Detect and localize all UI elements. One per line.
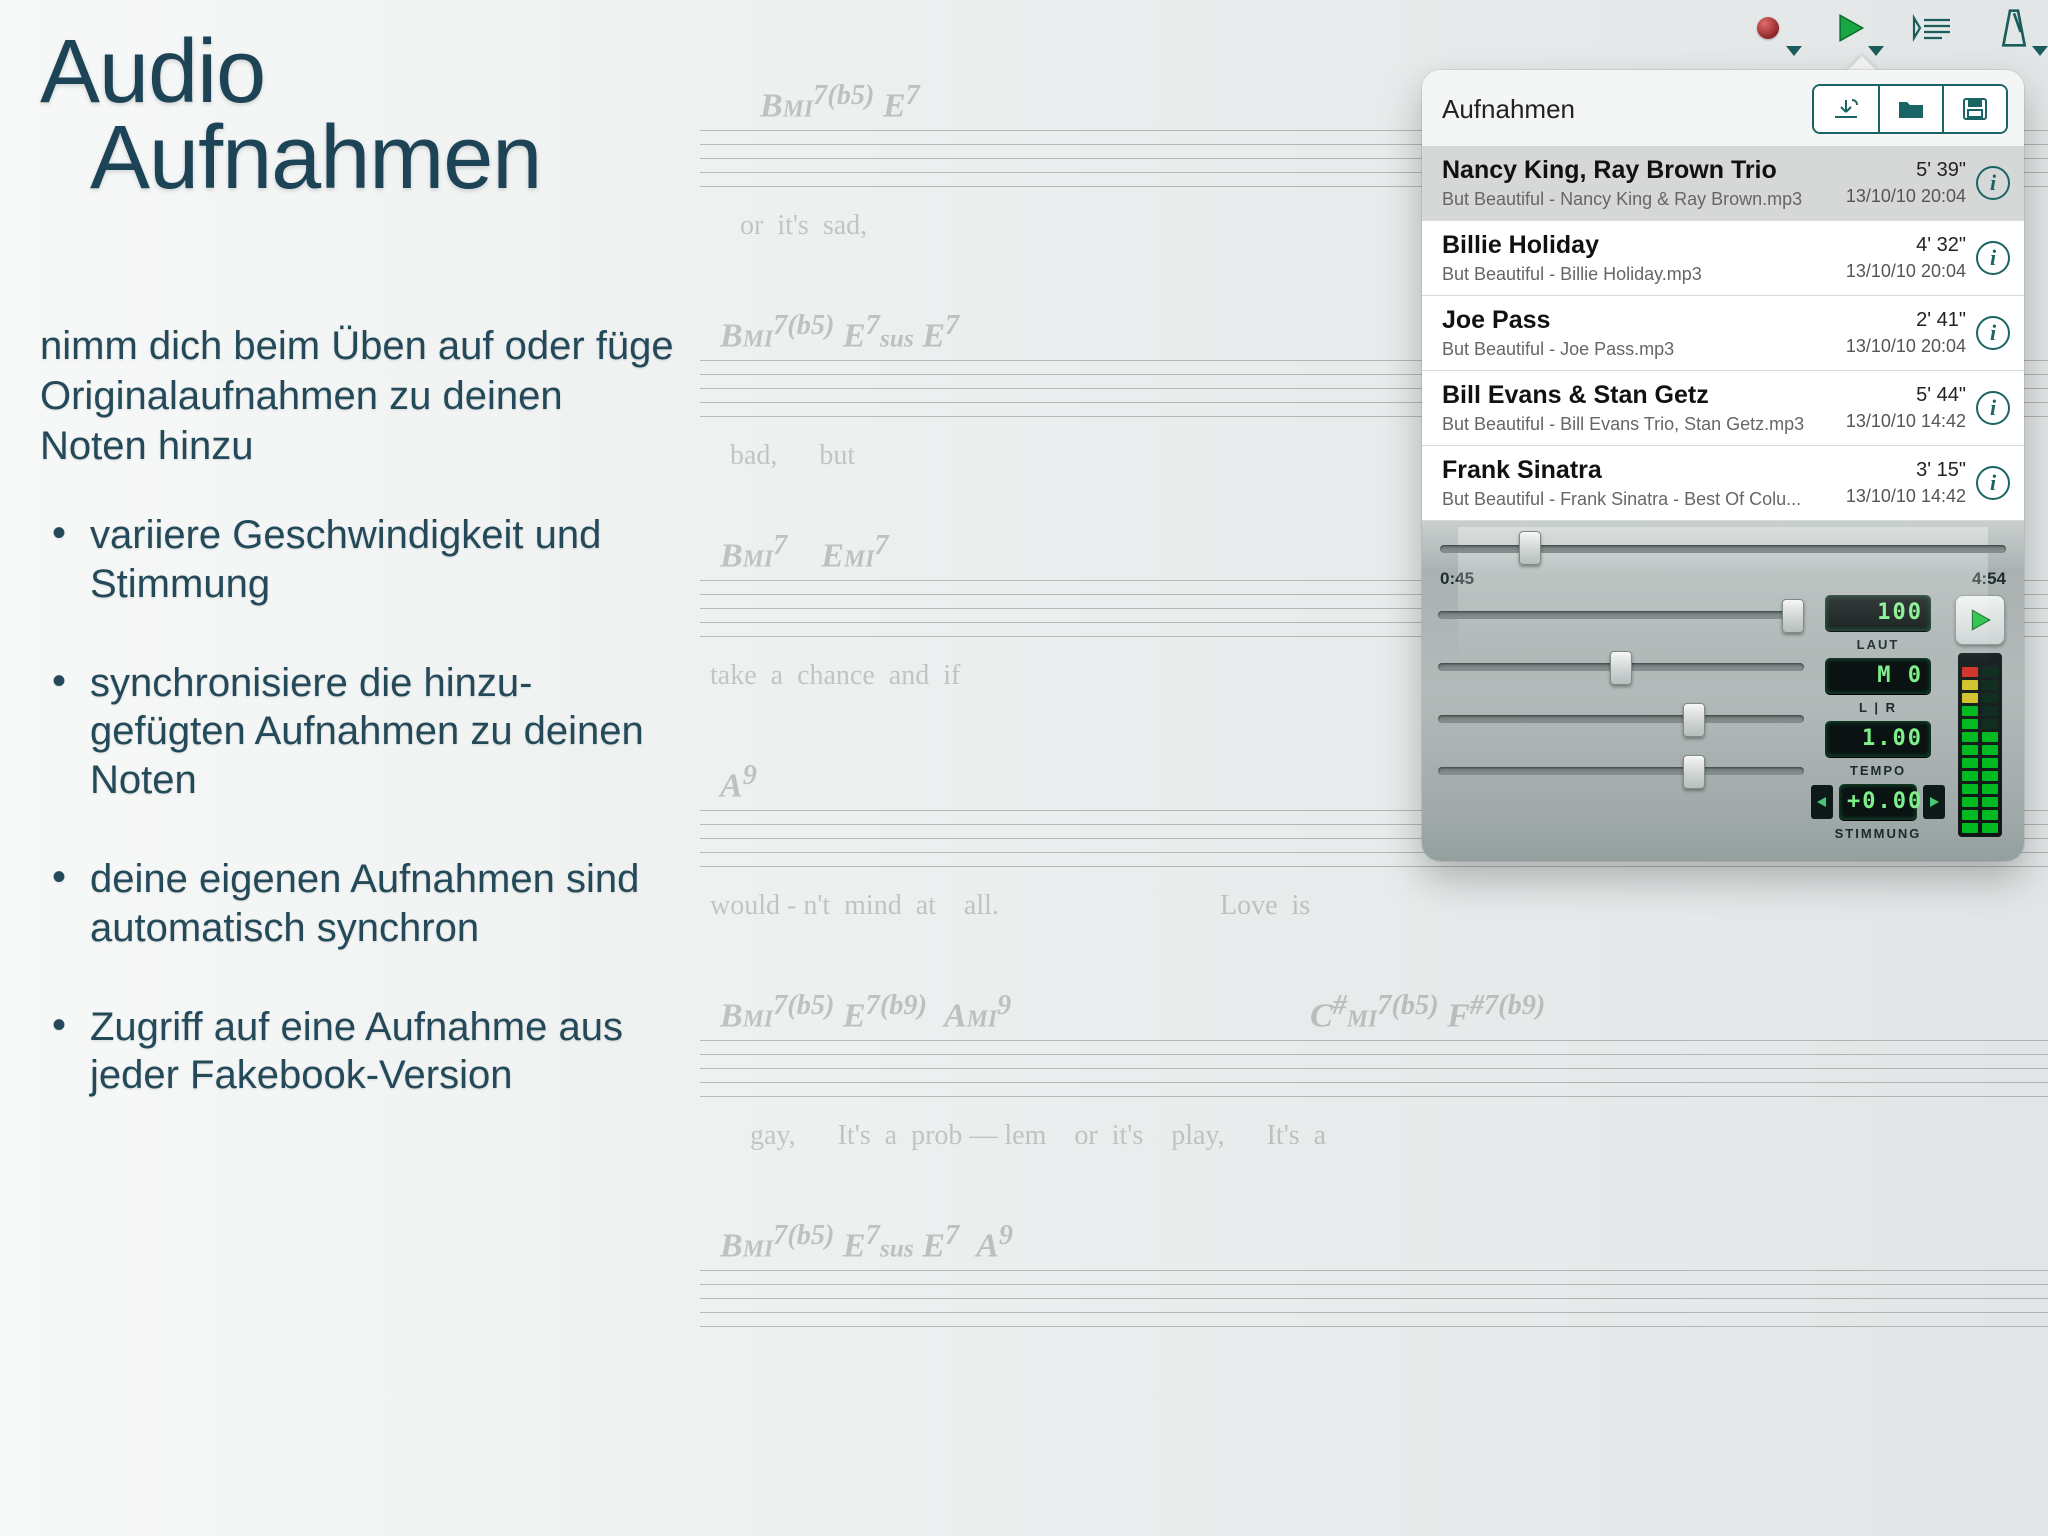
info-icon[interactable]: i — [1976, 466, 2010, 500]
headline-line2: Aufnahmen — [40, 116, 680, 202]
recording-title: Frank Sinatra — [1442, 456, 1806, 485]
recording-date: 13/10/10 20:04 — [1816, 186, 1966, 207]
popover-header: Aufnahmen — [1422, 70, 2024, 146]
recording-date: 13/10/10 20:04 — [1816, 261, 1966, 282]
feature-item: synchronisiere die hinzu-gefügten Aufnah… — [40, 659, 680, 805]
recording-date: 13/10/10 14:42 — [1816, 411, 1966, 432]
volume-readout: 100 — [1825, 595, 1931, 631]
tempo-label: TEMPO — [1850, 763, 1906, 778]
tempo-slider[interactable] — [1438, 701, 1804, 735]
readout-stack: 100 LAUT M 0 L | R 1.00 TEMPO +0.00 STIM… — [1818, 595, 1938, 841]
save-button[interactable] — [1942, 86, 2006, 132]
volume-slider[interactable] — [1438, 597, 1804, 631]
pan-readout: M 0 — [1825, 658, 1931, 694]
tuning-up-button[interactable] — [1923, 785, 1945, 819]
recording-title: Nancy King, Ray Brown Trio — [1442, 156, 1806, 185]
recording-row[interactable]: Bill Evans & Stan Getz But Beautiful - B… — [1422, 371, 2024, 446]
recording-duration: 3' 15" — [1816, 459, 1966, 482]
volume-label: LAUT — [1857, 637, 1900, 652]
info-icon[interactable]: i — [1976, 166, 2010, 200]
popover-title: Aufnahmen — [1442, 94, 1575, 125]
folder-button[interactable] — [1878, 86, 1942, 132]
recordings-list: Nancy King, Ray Brown Trio But Beautiful… — [1422, 146, 2024, 521]
recording-duration: 5' 44" — [1816, 384, 1966, 407]
recording-duration: 5' 39" — [1816, 159, 1966, 182]
score-icon[interactable] — [1910, 6, 1954, 50]
playback-controls: 0:45 4:54 100 LAUT M 0 L | R 1.00 TEMPO … — [1422, 521, 2024, 861]
import-button[interactable] — [1814, 86, 1878, 132]
recording-filename: But Beautiful - Joe Pass.mp3 — [1442, 339, 1806, 360]
page-title: Audio Aufnahmen — [40, 30, 680, 201]
pan-label: L | R — [1859, 700, 1897, 715]
recording-title: Bill Evans & Stan Getz — [1442, 381, 1806, 410]
tuning-down-button[interactable] — [1811, 785, 1833, 819]
top-toolbar — [1746, 6, 2036, 50]
recording-filename: But Beautiful - Frank Sinatra - Best Of … — [1442, 489, 1806, 510]
recording-date: 13/10/10 20:04 — [1816, 336, 1966, 357]
info-icon[interactable]: i — [1976, 391, 2010, 425]
recording-duration: 2' 41" — [1816, 309, 1966, 332]
recording-row[interactable]: Joe Pass But Beautiful - Joe Pass.mp3 2'… — [1422, 296, 2024, 371]
tuning-label: STIMMUNG — [1835, 826, 1922, 841]
recording-date: 13/10/10 14:42 — [1816, 486, 1966, 507]
recording-row[interactable]: Billie Holiday But Beautiful - Billie Ho… — [1422, 221, 2024, 296]
metronome-icon[interactable] — [1992, 6, 2036, 50]
time-elapsed: 0:45 — [1440, 569, 1474, 589]
level-meter — [1958, 653, 2002, 837]
pan-slider[interactable] — [1438, 649, 1804, 683]
feature-item: variiere Geschwindigkeit und Stimmung — [40, 511, 680, 609]
feature-list: variiere Geschwindigkeit und Stimmung sy… — [40, 511, 680, 1100]
intro-text: nimm dich beim Üben auf oder füge Origin… — [40, 321, 680, 471]
recording-row[interactable]: Nancy King, Ray Brown Trio But Beautiful… — [1422, 146, 2024, 221]
time-total: 4:54 — [1972, 569, 2006, 589]
recordings-popover: Aufnahmen Nancy King, Ray Brown Trio But… — [1422, 70, 2024, 861]
recording-filename: But Beautiful - Bill Evans Trio, Stan Ge… — [1442, 414, 1806, 435]
recording-filename: But Beautiful - Nancy King & Ray Brown.m… — [1442, 189, 1806, 210]
marketing-column: Audio Aufnahmen nimm dich beim Üben auf … — [40, 30, 680, 1150]
info-icon[interactable]: i — [1976, 241, 2010, 275]
recording-title: Billie Holiday — [1442, 231, 1806, 260]
play-button[interactable] — [1955, 595, 2005, 645]
popover-actions — [1812, 84, 2008, 134]
recording-row[interactable]: Frank Sinatra But Beautiful - Frank Sina… — [1422, 446, 2024, 521]
position-slider[interactable] — [1440, 535, 2006, 565]
tempo-readout: 1.00 — [1825, 721, 1931, 757]
feature-item: Zugriff auf eine Aufnahme aus jeder Fake… — [40, 1003, 680, 1101]
headline-line1: Audio — [40, 22, 265, 122]
play-icon[interactable] — [1828, 6, 1872, 50]
feature-item: deine eigenen Aufnahmen sind automatisch… — [40, 855, 680, 953]
recording-duration: 4' 32" — [1816, 234, 1966, 257]
tuning-slider[interactable] — [1438, 753, 1804, 787]
recording-title: Joe Pass — [1442, 306, 1806, 335]
record-icon[interactable] — [1746, 6, 1790, 50]
recording-filename: But Beautiful - Billie Holiday.mp3 — [1442, 264, 1806, 285]
tuning-readout: +0.00 — [1839, 784, 1917, 820]
info-icon[interactable]: i — [1976, 316, 2010, 350]
